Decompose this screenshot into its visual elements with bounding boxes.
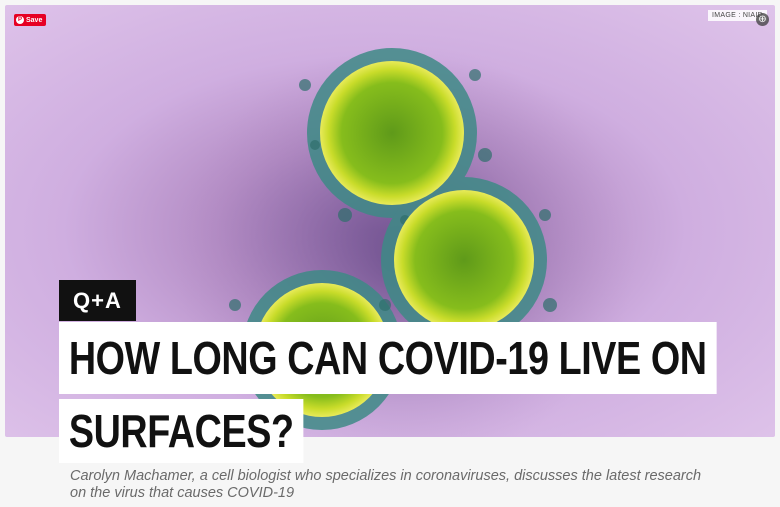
expand-icon[interactable]: ⊕ [756,13,769,26]
headline-line-1: HOW LONG CAN COVID-19 LIVE ON [59,322,717,394]
article-dek: Carolyn Machamer, a cell biologist who s… [70,468,702,501]
save-label: Save [26,16,43,24]
qa-badge: Q+A [59,280,136,321]
pinterest-icon: P [16,16,24,24]
headline-line-2: SURFACES? [59,399,304,463]
pinterest-save-button[interactable]: P Save [14,14,47,26]
